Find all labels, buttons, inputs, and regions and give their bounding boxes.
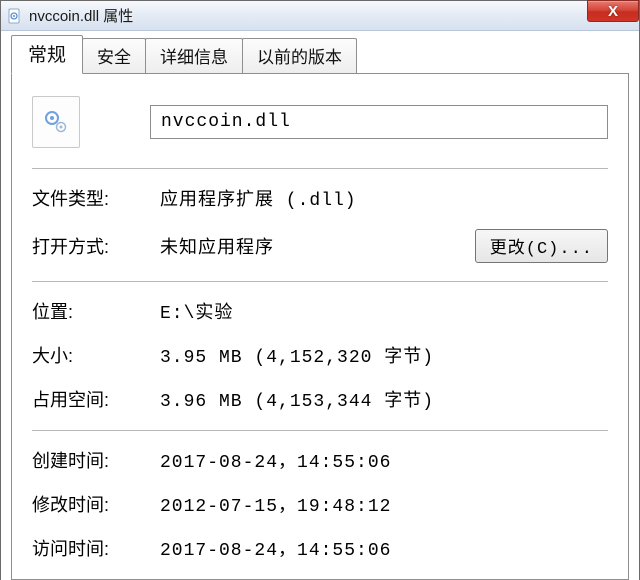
separator — [32, 430, 608, 431]
tab-panel-general: nvccoin.dll 文件类型: 应用程序扩展 (.dll) 打开方式: 未知… — [11, 73, 629, 580]
tabstrip: 常规 安全 详细信息 以前的版本 — [11, 41, 629, 73]
row-size: 大小: 3.95 MB (4,152,320 字节) — [32, 342, 608, 368]
label-ondisk: 占用空间: — [32, 386, 160, 412]
label-created: 创建时间: — [32, 447, 160, 473]
change-button[interactable]: 更改(C)... — [475, 229, 608, 263]
label-size: 大小: — [32, 342, 160, 368]
tab-details[interactable]: 详细信息 — [145, 38, 243, 73]
label-filetype: 文件类型: — [32, 185, 160, 211]
label-accessed: 访问时间: — [32, 535, 160, 561]
tab-previous-versions[interactable]: 以前的版本 — [242, 38, 357, 73]
value-accessed: 2017-08-24，14:55:06 — [160, 535, 608, 561]
value-location: E:\实验 — [160, 298, 608, 324]
value-filetype: 应用程序扩展 (.dll) — [160, 185, 608, 211]
file-icon — [7, 8, 23, 24]
tab-security[interactable]: 安全 — [82, 38, 146, 73]
value-modified: 2012-07-15，19:48:12 — [160, 491, 608, 517]
row-modified: 修改时间: 2012-07-15，19:48:12 — [32, 491, 608, 517]
filetype-icon — [32, 96, 80, 148]
row-location: 位置: E:\实验 — [32, 298, 608, 324]
value-ondisk: 3.96 MB (4,153,344 字节) — [160, 386, 608, 412]
row-openwith: 打开方式: 未知应用程序 更改(C)... — [32, 229, 608, 263]
close-button[interactable]: X — [587, 0, 639, 22]
value-size: 3.95 MB (4,152,320 字节) — [160, 342, 608, 368]
file-header-row: nvccoin.dll — [32, 96, 608, 148]
value-openwith: 未知应用程序 — [160, 233, 465, 259]
row-accessed: 访问时间: 2017-08-24，14:55:06 — [32, 535, 608, 561]
label-location: 位置: — [32, 298, 160, 324]
label-openwith: 打开方式: — [32, 233, 160, 259]
tab-general[interactable]: 常规 — [11, 35, 83, 74]
filename-field[interactable]: nvccoin.dll — [150, 105, 608, 139]
value-created: 2017-08-24，14:55:06 — [160, 447, 608, 473]
row-filetype: 文件类型: 应用程序扩展 (.dll) — [32, 185, 608, 211]
label-modified: 修改时间: — [32, 491, 160, 517]
properties-window: nvccoin.dll 属性 X 常规 安全 详细信息 以前的版本 — [0, 0, 640, 580]
separator — [32, 168, 608, 169]
window-title: nvccoin.dll 属性 — [29, 5, 133, 26]
row-created: 创建时间: 2017-08-24，14:55:06 — [32, 447, 608, 473]
row-ondisk: 占用空间: 3.96 MB (4,153,344 字节) — [32, 386, 608, 412]
separator — [32, 281, 608, 282]
close-icon: X — [608, 3, 618, 20]
dialog-body: 常规 安全 详细信息 以前的版本 nvccoin.dll 文件类 — [1, 31, 639, 580]
titlebar[interactable]: nvccoin.dll 属性 X — [1, 1, 639, 31]
